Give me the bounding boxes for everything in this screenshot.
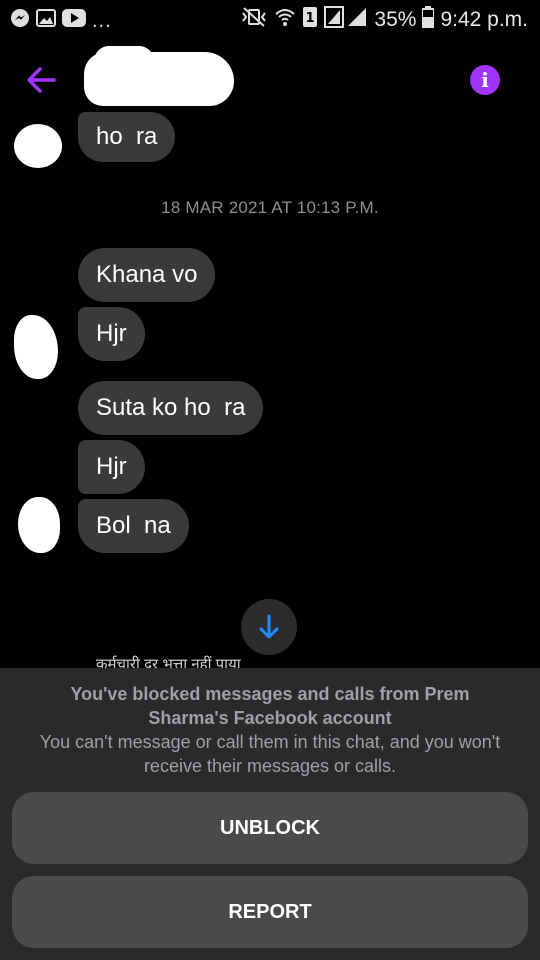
sim-icon: 1 (302, 6, 318, 34)
back-button[interactable] (24, 62, 60, 98)
message-timestamp: 18 MAR 2021 AT 10:13 P.M. (161, 198, 379, 217)
more-notifications: ... (92, 9, 112, 32)
signal-icon (324, 6, 368, 34)
status-bar-notifications: ... (10, 8, 112, 33)
unblock-button[interactable]: UNBLOCK (12, 792, 528, 864)
chat-header: i (0, 38, 540, 120)
status-bar: ... 1 35% 9:42 p.m. (0, 0, 540, 38)
info-button[interactable]: i (470, 65, 500, 95)
partial-message-text: कर्मचारी दर भत्ता नहीं पाया (96, 656, 241, 668)
info-icon: i (481, 68, 489, 92)
blocked-panel: You've blocked messages and calls from P… (0, 668, 540, 960)
blocked-description: You can't message or call them in this c… (39, 732, 501, 776)
messenger-icon (10, 8, 30, 33)
arrow-down-icon (259, 614, 279, 639)
message-bubble[interactable]: Hjr (78, 440, 145, 494)
message-bubble[interactable]: ho ra (78, 112, 176, 162)
message-bubble[interactable]: Khana vo (78, 248, 216, 302)
battery-icon (421, 6, 436, 34)
mute-vibrate-icon (240, 6, 268, 34)
youtube-icon (62, 9, 86, 32)
battery-percent: 35% (374, 8, 417, 31)
avatar[interactable] (14, 315, 58, 379)
blocked-title: You've blocked messages and calls from P… (70, 684, 470, 728)
svg-text:1: 1 (306, 11, 315, 26)
message-bubble[interactable]: Suta ko ho ra (78, 381, 264, 435)
clock: 9:42 p.m. (440, 8, 528, 31)
status-bar-system: 1 35% 9:42 p.m. (240, 6, 528, 34)
wifi-icon (274, 6, 296, 34)
image-icon (36, 9, 56, 32)
message-bubble[interactable]: Bol na (78, 499, 189, 553)
arrow-left-icon (27, 67, 56, 93)
avatar[interactable] (18, 497, 60, 553)
report-button[interactable]: REPORT (12, 876, 528, 948)
contact-name-redacted[interactable] (84, 46, 234, 106)
scroll-to-bottom-button[interactable] (241, 599, 297, 655)
message-bubble[interactable]: Hjr (78, 307, 145, 361)
avatar[interactable] (14, 124, 62, 168)
